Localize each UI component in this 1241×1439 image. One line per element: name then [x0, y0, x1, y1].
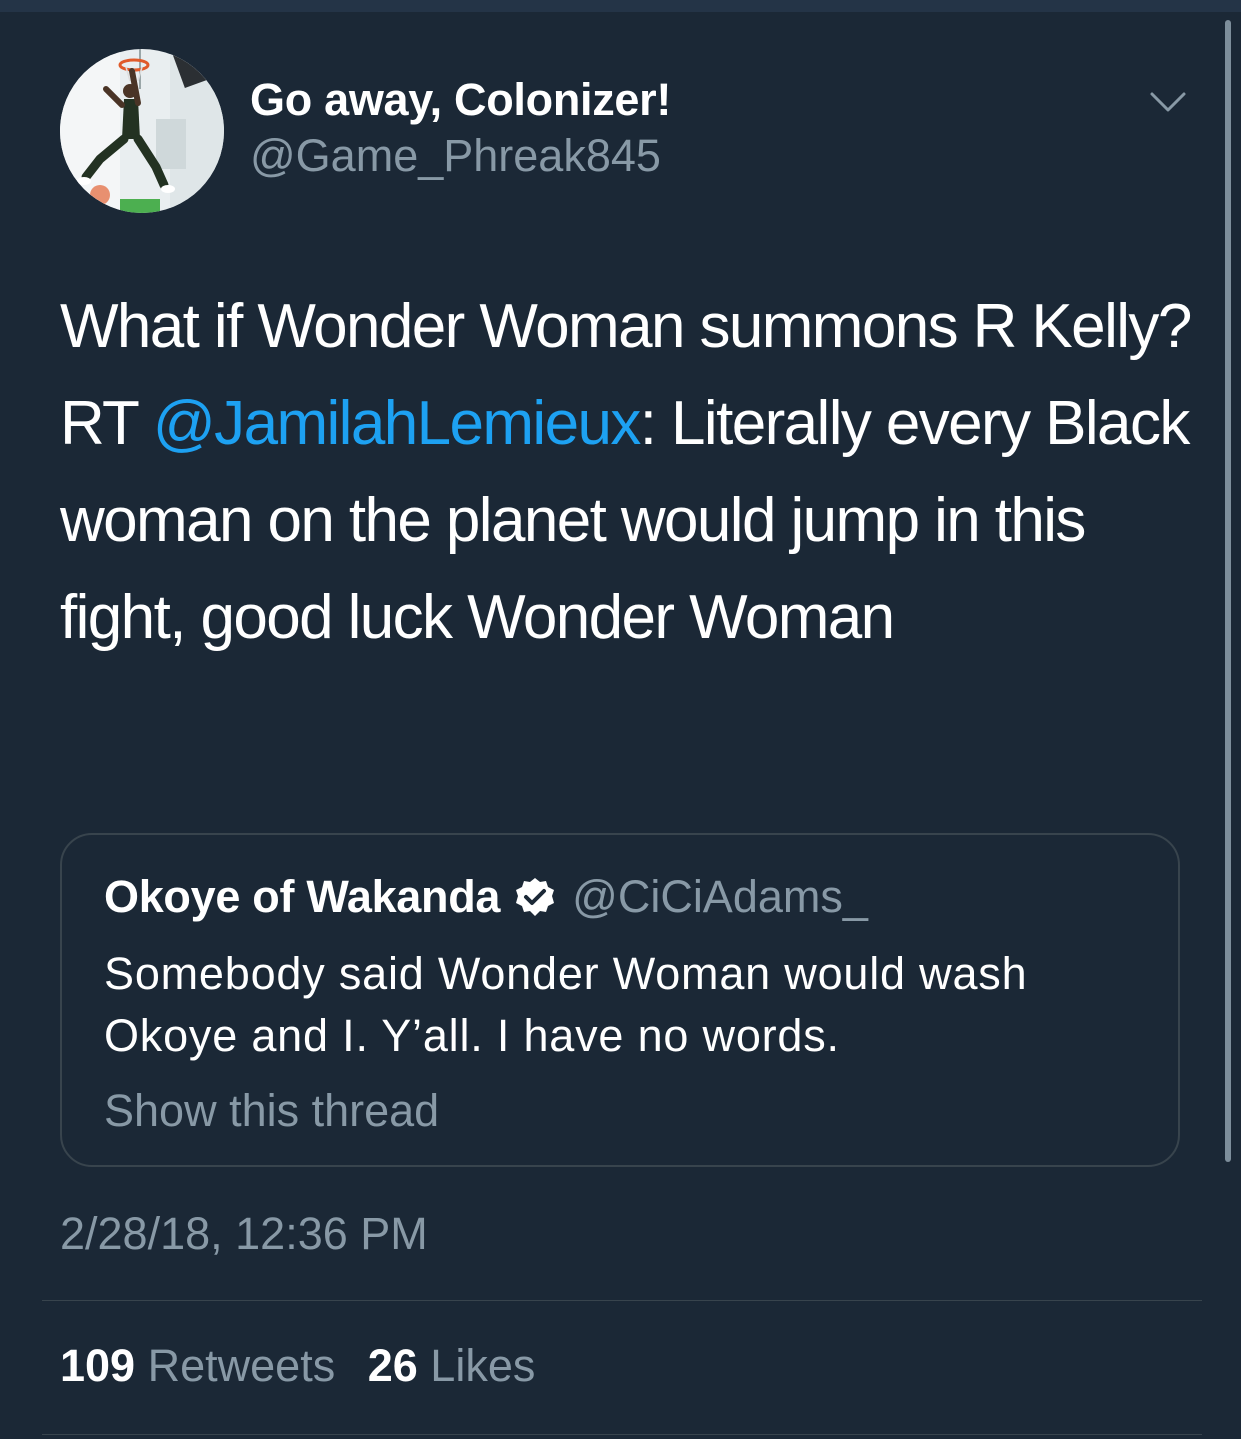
scrollbar-thumb[interactable]	[1225, 20, 1231, 1162]
quoted-tweet-header: Okoye of Wakanda @CiCiAdams_	[104, 871, 868, 923]
avatar[interactable]	[60, 49, 224, 213]
mention-link[interactable]: @JamilahLemieux	[153, 389, 642, 458]
likes-label: Likes	[430, 1340, 536, 1391]
top-bar	[0, 0, 1241, 12]
retweets-count: 109	[60, 1340, 136, 1391]
author-display-name[interactable]: Go away, Colonizer!	[250, 74, 671, 126]
avatar-image	[60, 49, 224, 213]
quoted-tweet-text: Somebody said Wonder Woman would wash Ok…	[104, 948, 1028, 1061]
likes-stat[interactable]: 26 Likes	[368, 1340, 536, 1391]
tweet-timestamp[interactable]: 2/28/18, 12:36 PM	[60, 1208, 428, 1260]
author-handle[interactable]: @Game_Phreak845	[250, 130, 661, 182]
divider	[42, 1300, 1202, 1301]
likes-count: 26	[367, 1340, 418, 1391]
divider	[42, 1434, 1202, 1435]
engagement-stats: 109 Retweets 26 Likes	[60, 1340, 555, 1392]
quoted-handle[interactable]: @CiCiAdams_	[572, 871, 868, 923]
tweet-text: What if Wonder Woman summons R Kelly? RT…	[60, 278, 1200, 666]
retweets-label: Retweets	[147, 1340, 336, 1391]
retweets-stat[interactable]: 109 Retweets	[60, 1340, 335, 1391]
chevron-down-icon[interactable]	[1146, 84, 1190, 120]
quoted-display-name[interactable]: Okoye of Wakanda	[104, 871, 500, 923]
show-thread-link[interactable]: Show this thread	[104, 1085, 439, 1137]
quoted-tweet-card[interactable]: Okoye of Wakanda @CiCiAdams_ Somebody sa…	[60, 833, 1180, 1167]
verified-badge-icon	[514, 876, 556, 918]
